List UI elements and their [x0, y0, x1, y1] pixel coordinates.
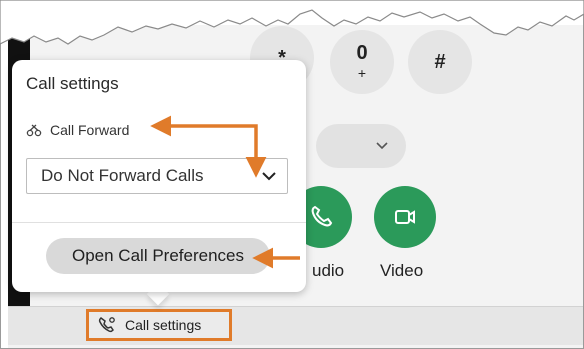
- video-camera-icon: [395, 210, 415, 224]
- video-call-button[interactable]: [374, 186, 436, 248]
- call-forward-row: Call Forward: [26, 122, 129, 138]
- dialpad-key-sub: +: [357, 65, 367, 81]
- call-settings-popup: Call settings Call Forward Do Not Forwar…: [12, 60, 306, 292]
- line-select-dropdown[interactable]: [316, 124, 406, 168]
- popup-title: Call settings: [26, 74, 119, 93]
- call-settings-button[interactable]: Call settings: [86, 309, 232, 341]
- popup-divider: [12, 222, 306, 223]
- chevron-down-icon: [376, 142, 388, 150]
- torn-edge: [0, 0, 584, 45]
- call-forward-select[interactable]: Do Not Forward Calls: [26, 158, 288, 194]
- chevron-down-icon: [262, 172, 276, 181]
- audio-button-label: udio: [312, 261, 345, 280]
- call-forward-icon: [26, 124, 42, 137]
- video-button-label: Video: [380, 261, 424, 280]
- phone-settings-icon: [98, 317, 115, 333]
- open-call-preferences-label: Open Call Preferences: [72, 246, 244, 265]
- call-forward-select-value: Do Not Forward Calls: [41, 166, 204, 185]
- call-forward-label: Call Forward: [50, 122, 130, 138]
- screenshot-stage: * 0 + # udio Video Call settings Call se…: [0, 0, 584, 349]
- call-settings-label: Call settings: [125, 317, 202, 333]
- phone-icon: [311, 205, 333, 227]
- open-call-preferences-button[interactable]: Open Call Preferences: [46, 238, 270, 274]
